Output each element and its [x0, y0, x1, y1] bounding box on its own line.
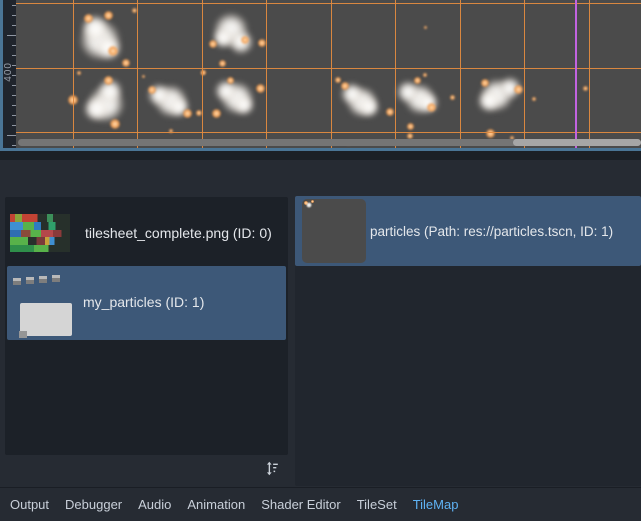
ruler-tick [12, 75, 16, 76]
ruler-tick [7, 135, 16, 136]
scene-viewport-area: 400 [0, 0, 641, 160]
scene-bound-line [575, 0, 577, 148]
particles-atlas-thumbnail [13, 277, 75, 335]
bottom-tab-animation[interactable]: Animation [187, 497, 245, 512]
horizontal-scrollbar[interactable] [18, 139, 641, 146]
source-row-my-particles[interactable]: my_particles (ID: 1) [7, 266, 286, 340]
source-label: tilesheet_complete.png (ID: 0) [85, 225, 272, 241]
ruler-tick [12, 15, 16, 16]
grid-line [16, 132, 641, 133]
grid-line [73, 0, 74, 148]
vertical-ruler: 400 [3, 0, 16, 148]
tilesheet-thumbnail [10, 214, 70, 252]
grid-line [331, 0, 332, 148]
ruler-tick [12, 95, 16, 96]
grid-line [202, 0, 203, 148]
source-label: my_particles (ID: 1) [83, 294, 204, 310]
ruler-tick [12, 25, 16, 26]
scrollbar-grabber[interactable] [513, 139, 641, 146]
ruler-tick [12, 145, 16, 146]
bottom-tab-tileset[interactable]: TileSet [357, 497, 397, 512]
bottom-tab-output[interactable]: Output [10, 497, 49, 512]
bottom-tab-shader-editor[interactable]: Shader Editor [261, 497, 341, 512]
editor-bottom-bar: Output Debugger Audio Animation Shader E… [0, 487, 641, 521]
bottom-tab-tilemap[interactable]: TileMap [413, 497, 459, 512]
tilemap-toolbar: Tiles Patterns Terrains [0, 160, 641, 196]
ruler-tick [12, 5, 16, 6]
grid-line [16, 68, 641, 69]
source-row-tilesheet[interactable]: tilesheet_complete.png (ID: 0) [7, 199, 286, 264]
sort-icon [264, 460, 281, 477]
bottom-tab-debugger[interactable]: Debugger [65, 497, 122, 512]
grid-line [395, 0, 396, 148]
grid-line [524, 0, 525, 148]
bottom-tab-audio[interactable]: Audio [138, 497, 171, 512]
grid-line [16, 3, 641, 4]
tile-sources-list: tilesheet_complete.png (ID: 0) my_partic… [5, 197, 288, 455]
ruler-tick [12, 45, 16, 46]
ruler-tick [12, 125, 16, 126]
grid-line [589, 0, 590, 148]
grid-line [137, 0, 138, 148]
grid-line [266, 0, 267, 148]
ruler-tick [7, 35, 16, 36]
grid-line [460, 0, 461, 148]
ruler-tick [12, 115, 16, 116]
scene-tile-thumbnail [302, 199, 366, 263]
scene-tiles-panel: particles (Path: res://particles.tscn, I… [295, 196, 641, 486]
scene-tile-label: particles (Path: res://particles.tscn, I… [370, 224, 613, 239]
sort-sources-button[interactable] [258, 455, 286, 481]
ruler-tick [12, 105, 16, 106]
scene-tile-row-particles[interactable]: particles (Path: res://particles.tscn, I… [295, 196, 641, 266]
canvas-grid [16, 0, 641, 148]
ruler-tick [12, 85, 16, 86]
ruler-tick [12, 55, 16, 56]
tiles-panel-body: tilesheet_complete.png (ID: 0) my_partic… [0, 196, 641, 487]
ruler-tick [12, 65, 16, 66]
tilemap-bottom-panel: 400 Tiles Patterns Terrains [0, 0, 641, 521]
